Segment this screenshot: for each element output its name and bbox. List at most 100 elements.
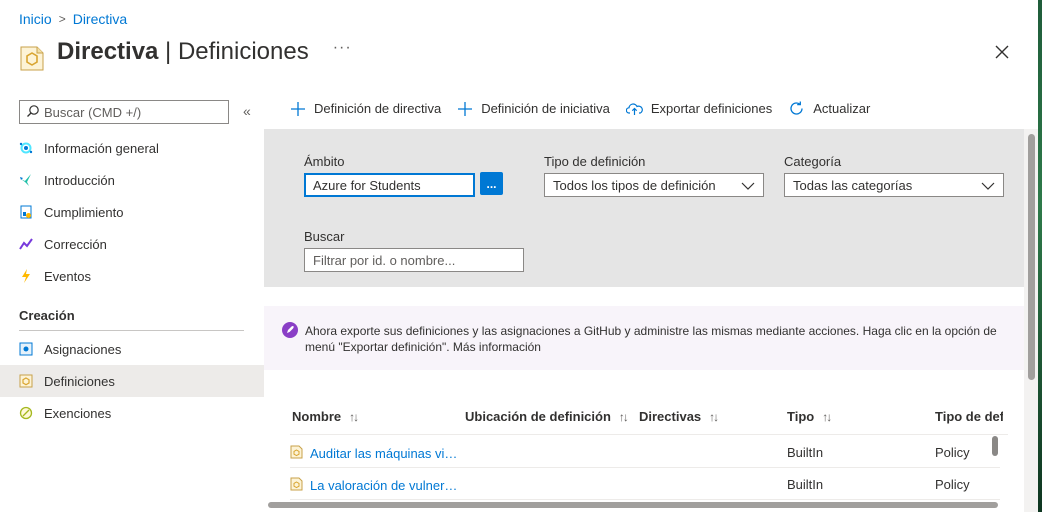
sidebar-item-exemptions[interactable]: Exenciones <box>0 397 264 429</box>
compliance-icon <box>19 205 33 219</box>
scope-field[interactable]: Azure for Students <box>304 173 475 197</box>
sidebar-item-label: Introducción <box>44 172 115 188</box>
sidebar-item-label: Información general <box>44 140 159 156</box>
definition-link[interactable]: La valoración de vulner… <box>310 478 457 493</box>
getting-started-icon <box>19 173 33 187</box>
sidebar-item-label: Cumplimiento <box>44 204 124 220</box>
rocket-icon <box>282 322 298 341</box>
sort-icon: ↑↓ <box>349 409 359 424</box>
policy-definition-icon <box>19 44 45 72</box>
new-policy-definition-button[interactable]: Definición de directiva <box>290 101 441 117</box>
sidebar-item-label: Corrección <box>44 236 107 252</box>
breadcrumb-policy-link[interactable]: Directiva <box>73 11 127 27</box>
table-horizontal-scrollbar-thumb[interactable] <box>268 502 998 508</box>
definition-type-cell: Policy <box>935 477 970 492</box>
table-vertical-scrollbar[interactable] <box>990 434 1000 494</box>
exemptions-icon <box>19 406 33 420</box>
new-policy-definition-label: Definición de directiva <box>314 101 442 116</box>
definition-type-dropdown[interactable]: Todos los tipos de definición <box>544 173 764 197</box>
plus-icon <box>457 101 473 117</box>
header-divider <box>290 434 1008 435</box>
column-header-name[interactable]: Nombre ↑↓ <box>292 409 359 424</box>
assignments-icon <box>19 342 33 356</box>
column-header-type[interactable]: Tipo ↑↓ <box>787 409 832 424</box>
definition-search-input[interactable]: Filtrar por id. o nombre... <box>304 248 524 272</box>
definition-name-cell: Auditar las máquinas vi… <box>290 445 457 462</box>
sort-icon: ↑↓ <box>618 409 629 424</box>
breadcrumb: Inicio > Directiva <box>19 11 127 27</box>
column-header-policies[interactable]: Directivas ↑↓ <box>639 409 719 424</box>
search-label: Buscar <box>304 229 345 244</box>
more-options-button[interactable]: ··· <box>333 39 352 57</box>
type-cell: BuiltIn <box>787 445 824 460</box>
github-export-banner: Ahora exporte sus definiciones y las asi… <box>264 306 1024 370</box>
definition-type-cell: Policy <box>935 445 970 460</box>
category-value: Todas las categorías <box>793 177 913 193</box>
filter-panel: Ámbito Azure for Students ... Tipo de de… <box>264 129 1024 287</box>
events-icon <box>19 269 33 283</box>
table-row: La valoración de vulner… BuiltIn Policy <box>290 468 1000 500</box>
sort-icon: ↑↓ <box>822 409 832 424</box>
overview-icon <box>19 141 33 155</box>
column-header-label: Ubicación de definición <box>465 409 611 424</box>
sidebar-item-overview[interactable]: Información general <box>0 132 264 164</box>
window-edge <box>1038 0 1042 512</box>
sidebar-item-remediation[interactable]: Corrección <box>0 228 264 260</box>
export-definitions-label: Exportar definiciones <box>650 101 773 116</box>
sidebar-item-label: Exenciones <box>44 405 112 421</box>
breadcrumb-home-link[interactable]: Inicio <box>19 11 52 27</box>
collapse-sidebar-button[interactable]: « <box>243 103 251 119</box>
category-label: Categoría <box>784 154 842 169</box>
search-icon <box>26 104 40 121</box>
search-placeholder: Buscar (CMD +/) <box>44 104 142 120</box>
remediation-icon <box>19 237 33 251</box>
sidebar-item-definitions[interactable]: Definiciones <box>0 365 264 397</box>
column-header-label: Directivas <box>639 409 702 424</box>
page-title: Directiva | Definiciones <box>57 38 309 65</box>
sidebar-item-label: Eventos <box>44 268 91 284</box>
chevron-right-icon: > <box>58 12 66 26</box>
column-header-definition-location[interactable]: Ubicación de definición ↑↓ <box>465 409 629 424</box>
page-vertical-scrollbar-thumb[interactable] <box>1028 134 1035 380</box>
chevron-down-icon <box>981 178 995 193</box>
command-bar: Definición de directiva Definición de in… <box>290 100 886 117</box>
select-scope-button[interactable]: ... <box>480 172 503 195</box>
export-definitions-button[interactable]: Exportar definiciones <box>625 101 773 116</box>
sidebar-search-input[interactable]: Buscar (CMD +/) <box>19 100 229 124</box>
sidebar-item-events[interactable]: Eventos <box>0 260 264 292</box>
section-divider <box>19 330 244 331</box>
sidebar-item-getting-started[interactable]: Introducción <box>0 164 264 196</box>
column-header-label: Nombre <box>292 409 342 424</box>
new-initiative-definition-button[interactable]: Definición de iniciativa <box>457 101 610 117</box>
definition-type-value: Todos los tipos de definición <box>553 177 716 193</box>
definition-search-placeholder: Filtrar por id. o nombre... <box>313 252 456 268</box>
definition-link[interactable]: Auditar las máquinas vi… <box>310 446 457 461</box>
definition-name-cell: La valoración de vulner… <box>290 477 457 494</box>
cloud-upload-icon <box>625 102 643 116</box>
type-cell: BuiltIn <box>787 477 824 492</box>
close-icon[interactable] <box>992 42 1012 62</box>
refresh-button[interactable]: Actualizar <box>788 100 870 117</box>
table-horizontal-scrollbar[interactable] <box>266 501 1022 509</box>
sidebar-item-assignments[interactable]: Asignaciones <box>0 333 264 365</box>
sidebar-item-label: Asignaciones <box>44 341 122 357</box>
sort-icon: ↑↓ <box>709 409 719 424</box>
column-header-definition-type[interactable]: Tipo de def <box>935 409 1003 424</box>
plus-icon <box>290 101 306 117</box>
banner-text: Ahora exporte sus definiciones y las asi… <box>305 324 997 354</box>
scope-label: Ámbito <box>304 154 345 169</box>
policy-definition-icon <box>290 445 303 462</box>
column-header-label: Tipo <box>787 409 815 424</box>
definition-type-label: Tipo de definición <box>544 154 646 169</box>
table-vertical-scrollbar-thumb[interactable] <box>992 436 998 456</box>
policy-definition-icon <box>290 477 303 494</box>
new-initiative-definition-label: Definición de iniciativa <box>481 101 610 116</box>
column-header-label: Tipo de def <box>935 409 1003 424</box>
refresh-label: Actualizar <box>813 101 871 116</box>
table-row: Auditar las máquinas vi… BuiltIn Policy <box>290 436 1000 468</box>
section-header-authoring: Creación <box>19 308 75 323</box>
scope-value: Azure for Students <box>313 177 421 193</box>
refresh-icon <box>788 100 805 117</box>
sidebar-item-compliance[interactable]: Cumplimiento <box>0 196 264 228</box>
category-dropdown[interactable]: Todas las categorías <box>784 173 1004 197</box>
